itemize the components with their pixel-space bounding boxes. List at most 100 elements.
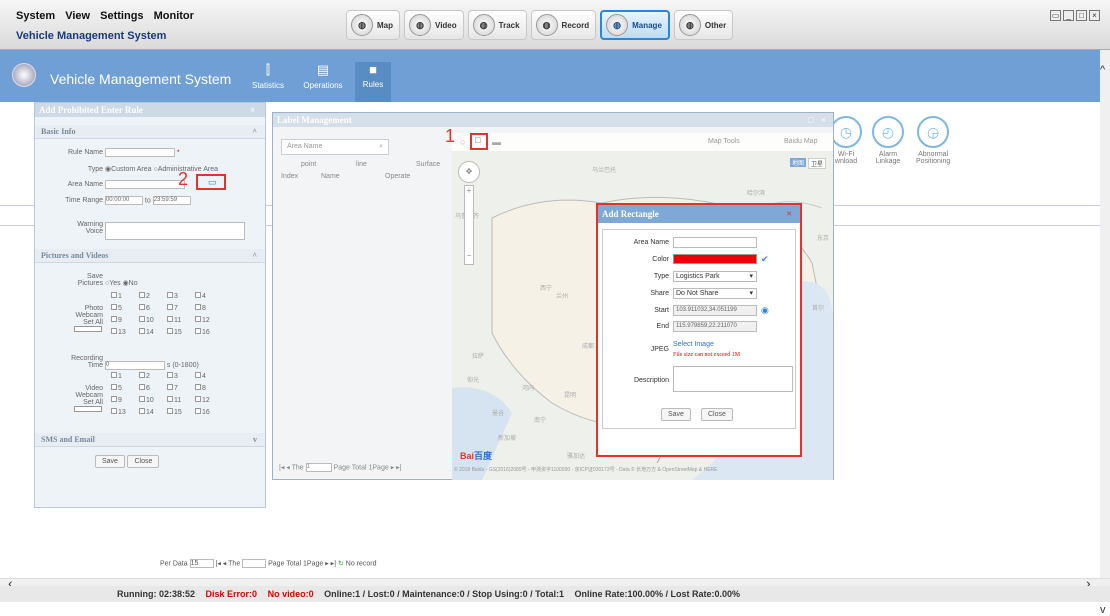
area-name-input[interactable] (104, 180, 185, 189)
description-textarea[interactable] (673, 366, 793, 392)
chevron-up-icon[interactable]: ^ (252, 249, 257, 263)
cam-checkbox[interactable] (167, 408, 173, 414)
time-to-input[interactable]: 23:59:59 (152, 196, 191, 205)
menu-settings[interactable]: Settings (100, 10, 143, 22)
cam-checkbox[interactable] (139, 372, 145, 378)
cam-checkbox[interactable] (111, 408, 117, 414)
cam-checkbox[interactable] (139, 304, 145, 310)
section-sms-email[interactable]: SMS and Email v (35, 433, 265, 447)
eye-icon[interactable]: ◉ (761, 305, 769, 316)
page-input[interactable]: 1 (305, 463, 332, 472)
module-track-button[interactable]: ◍ Track (467, 10, 527, 40)
cam-checkbox[interactable] (167, 396, 173, 402)
rectangle-tool-icon[interactable]: □ (475, 135, 480, 145)
time-from-input[interactable]: 00:00:00 (104, 196, 143, 205)
close-button[interactable]: Close (127, 455, 160, 468)
menu-view[interactable]: View (65, 10, 90, 22)
close-icon[interactable]: × (1089, 10, 1100, 21)
cam-checkbox[interactable] (167, 372, 173, 378)
feature-abnormal-positioning[interactable]: ◶ Abnormal Positioning (916, 116, 950, 165)
section-basic-info[interactable]: Basic Info ^ (35, 125, 265, 139)
baidu-map-menu[interactable]: Baidu Map (784, 138, 817, 145)
area-picker-highlight[interactable]: ▭ (196, 174, 226, 190)
module-video-button[interactable]: ◍ Video (404, 10, 464, 40)
map-select-icon[interactable]: ▭ (208, 177, 217, 188)
cam-checkbox[interactable] (111, 372, 117, 378)
menu-system[interactable]: System (16, 10, 55, 22)
chevron-up-icon[interactable]: ^ (252, 125, 257, 139)
save-button[interactable]: Save (95, 455, 125, 468)
cam-checkbox[interactable] (195, 396, 201, 402)
cam-checkbox[interactable] (195, 384, 201, 390)
module-manage-button[interactable]: ◍ Manage (600, 10, 670, 40)
per-data-select[interactable]: 15 (189, 559, 214, 568)
chevron-up-icon[interactable]: ^ (1100, 64, 1105, 76)
cam-checkbox[interactable] (111, 316, 117, 322)
close-button[interactable]: Close (701, 408, 733, 421)
cam-checkbox[interactable] (111, 396, 117, 402)
section-pictures-videos[interactable]: Pictures and Videos ^ (35, 249, 265, 263)
rectangle-tool-highlight[interactable]: □ (470, 133, 488, 150)
warning-voice-input[interactable] (104, 222, 245, 241)
cam-checkbox[interactable] (195, 316, 201, 322)
vertical-scrollbar[interactable]: ^ v (1100, 50, 1110, 616)
polygon-tool-icon[interactable]: ▬ (492, 137, 501, 147)
cam-checkbox[interactable] (139, 328, 145, 334)
module-map-button[interactable]: ◍ Map (346, 10, 400, 40)
map-tools-menu[interactable]: Map Tools (708, 138, 740, 145)
restore-icon[interactable]: ▭ (1050, 10, 1061, 21)
cam-checkbox[interactable] (111, 292, 117, 298)
close-icon[interactable]: × (786, 205, 792, 223)
cam-checkbox[interactable] (139, 384, 145, 390)
chevron-down-icon[interactable]: v (1100, 604, 1106, 616)
color-picker[interactable] (673, 254, 757, 264)
first-page-icon[interactable]: |◂ ◂ (216, 560, 227, 567)
tab-line[interactable]: line (356, 161, 367, 168)
feature-alarm-linkage[interactable]: ◴ Alarm Linkage (872, 116, 904, 165)
satellite-view-tab[interactable]: 卫星 (808, 158, 827, 169)
tab-point[interactable]: point (301, 161, 316, 168)
type-select[interactable]: Logistics Park ▾ (673, 271, 757, 282)
rule-name-input[interactable] (104, 148, 175, 157)
refresh-icon[interactable]: ↻ (338, 560, 344, 567)
cam-checkbox[interactable] (195, 292, 201, 298)
cam-checkbox[interactable] (167, 384, 173, 390)
zoom-out-icon[interactable]: − (465, 251, 473, 260)
share-select[interactable]: Do Not Share ▾ (673, 288, 757, 299)
horizontal-scrollbar[interactable]: ‹ › (0, 575, 1110, 591)
cam-checkbox[interactable] (139, 292, 145, 298)
cam-checkbox[interactable] (167, 328, 173, 334)
save-button[interactable]: Save (661, 408, 691, 421)
map-zoom-slider[interactable]: + − (464, 185, 474, 265)
menu-monitor[interactable]: Monitor (154, 10, 194, 22)
recording-time-input[interactable]: 0 (104, 360, 165, 370)
next-page-icon[interactable]: ▸ ▸| (325, 560, 336, 567)
cam-checkbox[interactable] (195, 372, 201, 378)
minimize-icon[interactable]: _ (1063, 10, 1074, 21)
module-record-button[interactable]: ◍ Record (530, 10, 597, 40)
cam-checkbox[interactable] (139, 408, 145, 414)
cam-checkbox[interactable] (139, 316, 145, 322)
cam-checkbox[interactable] (167, 304, 173, 310)
select-image-link[interactable]: Select Image (673, 341, 714, 348)
chevron-down-icon[interactable]: v (253, 433, 257, 447)
area-name-input[interactable] (673, 237, 757, 248)
module-other-button[interactable]: ◍ Other (673, 10, 734, 40)
set-all-checkbox[interactable] (74, 326, 102, 332)
tab-rules[interactable]: ■ Rules (355, 62, 391, 102)
tab-surface[interactable]: Surface (416, 161, 440, 168)
cam-checkbox[interactable] (195, 408, 201, 414)
map-view-tab[interactable]: 地图 (790, 158, 807, 167)
cam-checkbox[interactable] (167, 292, 173, 298)
feature-wifi-download[interactable]: ◷ Wi-Fi wnload (830, 116, 862, 165)
cam-checkbox[interactable] (139, 396, 145, 402)
cam-checkbox[interactable] (111, 384, 117, 390)
maximize-icon[interactable]: □ (808, 113, 813, 127)
map-pan-control[interactable]: ✥ (458, 161, 480, 183)
tab-statistics[interactable]: ⫿ Statistics (240, 62, 296, 90)
search-input[interactable]: Area Name (287, 143, 322, 150)
cam-checkbox[interactable] (167, 316, 173, 322)
cam-checkbox[interactable] (111, 304, 117, 310)
close-icon[interactable]: × (250, 103, 255, 117)
set-all-checkbox[interactable] (74, 406, 102, 412)
